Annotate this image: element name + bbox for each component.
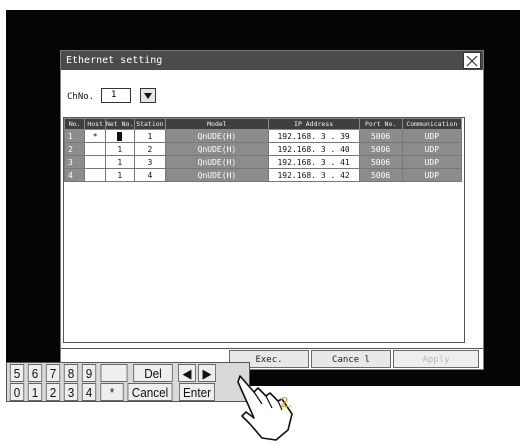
key-2[interactable]: 2 [45,383,61,401]
station-cell[interactable]: 2 [133,142,167,156]
key-enter[interactable]: Enter [179,383,215,401]
key-cancel[interactable]: Cancel [127,383,173,401]
key-4[interactable]: 4 [81,383,97,401]
host-cell[interactable]: * [84,129,106,143]
key-blank[interactable] [100,364,128,382]
station-cell[interactable]: 3 [133,155,167,169]
ip-address-cell[interactable]: 192.168. 3 . 42 [267,168,360,182]
table-row[interactable]: 2 1 2 QnUDE(H) 192.168. 3 . 40 5006 UDP [63,142,463,156]
header-model: Model [165,118,269,130]
key-6[interactable]: 6 [27,364,43,382]
step-number-label: 2. [280,394,293,411]
row-no: 4 [63,168,86,182]
row-no: 1 [63,129,86,143]
input-cursor [117,131,123,141]
channel-select[interactable]: 1 [101,88,131,103]
channel-dropdown-button[interactable] [140,88,156,103]
key-left-arrow[interactable]: ◀ [178,364,196,382]
row-no: 2 [63,142,86,156]
key-del[interactable]: Del [133,364,173,382]
station-cell[interactable]: 4 [133,168,167,182]
header-net-no: Net No. [104,118,135,130]
key-8[interactable]: 8 [63,364,79,382]
key-7[interactable]: 7 [45,364,61,382]
dialog-title: Ethernet setting [66,55,163,66]
ip-address-cell[interactable]: 192.168. 3 . 40 [267,142,360,156]
table-header-row: No. Host Net No. Station Model IP Addres… [63,118,463,130]
communication-cell: UDP [401,129,463,143]
key-1[interactable]: 1 [27,383,43,401]
station-table-area: No. Host Net No. Station Model IP Addres… [63,117,465,343]
row-no: 3 [63,155,86,169]
model-cell: QnUDE(H) [165,168,269,182]
table-row[interactable]: 1 * 1 QnUDE(H) 192.168. 3 . 39 5006 UDP [63,129,463,143]
dialog-title-bar: Ethernet setting [61,51,483,70]
host-cell[interactable] [84,142,106,156]
host-cell[interactable] [84,155,106,169]
ip-address-cell[interactable]: 192.168. 3 . 41 [267,155,360,169]
header-communication: Communication [401,118,463,130]
header-port-no: Port No. [358,118,403,130]
apply-button[interactable]: Apply [393,350,479,368]
model-cell: QnUDE(H) [165,142,269,156]
table-row[interactable]: 3 1 3 QnUDE(H) 192.168. 3 . 41 5006 UDP [63,155,463,169]
key-9[interactable]: 9 [81,364,97,382]
net-no-cell[interactable] [104,129,135,143]
triangle-down-icon [144,92,152,99]
net-no-cell[interactable]: 1 [104,155,135,169]
net-no-cell[interactable]: 1 [104,142,135,156]
key-0[interactable]: 0 [9,383,25,401]
station-table: No. Host Net No. Station Model IP Addres… [63,118,463,182]
key-5[interactable]: 5 [9,364,25,382]
ip-address-cell[interactable]: 192.168. 3 . 39 [267,129,360,143]
header-no: No. [63,118,86,130]
station-cell[interactable]: 1 [133,129,167,143]
close-button[interactable] [463,52,481,69]
channel-label: ChNo. [67,92,95,102]
key-right-arrow[interactable]: ▶ [198,364,216,382]
key-asterisk[interactable]: * [100,383,124,401]
communication-cell: UDP [401,155,463,169]
table-row[interactable]: 4 1 4 QnUDE(H) 192.168. 3 . 42 5006 UDP [63,168,463,182]
port-no-cell: 5006 [358,168,403,182]
header-ip-address: IP Address [267,118,360,130]
header-station: Station [133,118,167,130]
numeric-keypad: 5 6 7 8 9 Del ◀ ▶ 0 1 2 3 4 * Cancel Ent… [6,362,250,402]
port-no-cell: 5006 [358,155,403,169]
communication-cell: UDP [401,168,463,182]
model-cell: QnUDE(H) [165,155,269,169]
header-host: Host [84,118,106,130]
model-cell: QnUDE(H) [165,129,269,143]
key-3[interactable]: 3 [63,383,79,401]
host-cell[interactable] [84,168,106,182]
ethernet-setting-dialog: Ethernet setting ChNo. 1 No. Host Net No… [60,50,484,370]
net-no-cell[interactable]: 1 [104,168,135,182]
cancel-button[interactable]: Cance l [311,350,391,368]
port-no-cell: 5006 [358,129,403,143]
hmi-screen: Ethernet setting ChNo. 1 No. Host Net No… [6,10,520,386]
close-icon [466,55,478,66]
communication-cell: UDP [401,142,463,156]
port-no-cell: 5006 [358,142,403,156]
